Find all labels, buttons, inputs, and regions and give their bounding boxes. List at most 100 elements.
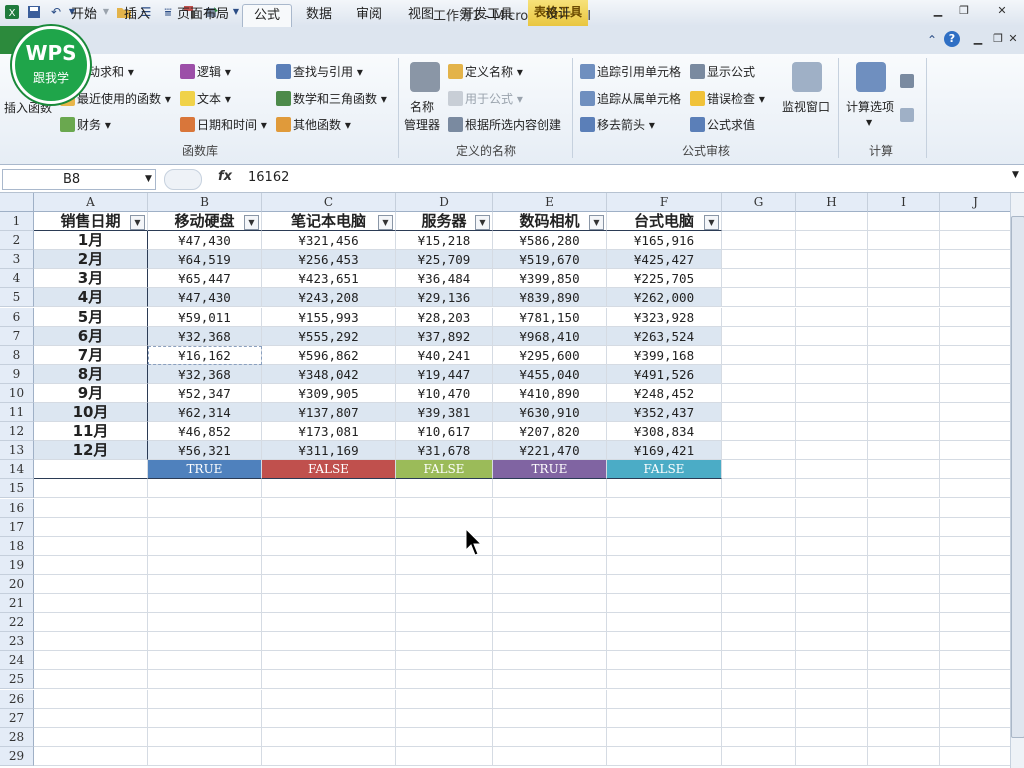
insert-function-fx-icon[interactable]: fx: [218, 169, 238, 184]
calculator-icon[interactable]: [856, 62, 886, 92]
empty-cell[interactable]: [796, 613, 868, 633]
empty-cell[interactable]: [940, 536, 1012, 556]
sales-value-cell[interactable]: ¥555,292: [262, 326, 396, 346]
restore-icon[interactable]: ❐: [952, 2, 976, 20]
empty-cell[interactable]: [34, 555, 148, 575]
empty-cell[interactable]: [607, 670, 722, 690]
empty-cell[interactable]: [34, 746, 148, 766]
logical-button[interactable]: 逻辑 ▾: [180, 61, 231, 83]
row-header[interactable]: 1: [0, 212, 34, 232]
sales-value-cell[interactable]: ¥348,042: [262, 364, 396, 384]
empty-cell[interactable]: [34, 727, 148, 747]
table-header-cell[interactable]: 服务器 ▼: [396, 212, 493, 232]
empty-cell[interactable]: [34, 536, 148, 556]
sales-value-cell[interactable]: ¥410,890: [493, 383, 607, 403]
empty-cell[interactable]: [262, 479, 396, 499]
empty-cell[interactable]: [796, 727, 868, 747]
sales-value-cell[interactable]: ¥519,670: [493, 250, 607, 270]
empty-cell[interactable]: [940, 212, 1012, 232]
empty-cell[interactable]: [607, 594, 722, 614]
column-header-j[interactable]: J: [940, 193, 1012, 212]
empty-cell[interactable]: [607, 689, 722, 709]
empty-cell[interactable]: [493, 651, 607, 671]
empty-cell[interactable]: [940, 422, 1012, 442]
filter-dropdown-icon[interactable]: ▼: [244, 215, 259, 230]
sales-value-cell[interactable]: ¥399,850: [493, 269, 607, 289]
empty-cell[interactable]: [940, 383, 1012, 403]
empty-cell[interactable]: [868, 746, 940, 766]
empty-cell[interactable]: [796, 594, 868, 614]
empty-cell[interactable]: [868, 326, 940, 346]
empty-cell[interactable]: [148, 517, 262, 537]
empty-cell[interactable]: [868, 383, 940, 403]
sales-value-cell[interactable]: ¥256,453: [262, 250, 396, 270]
empty-cell[interactable]: [940, 307, 1012, 327]
empty-cell[interactable]: [493, 727, 607, 747]
empty-cell[interactable]: [796, 403, 868, 423]
sales-value-cell[interactable]: ¥39,381: [396, 403, 493, 423]
empty-cell[interactable]: [722, 326, 796, 346]
empty-cell[interactable]: [868, 727, 940, 747]
sales-value-cell[interactable]: ¥455,040: [493, 364, 607, 384]
empty-cell[interactable]: [607, 555, 722, 575]
sales-value-cell[interactable]: ¥16,162: [148, 345, 262, 365]
close-icon[interactable]: ✕: [986, 2, 1018, 20]
sales-value-cell[interactable]: ¥40,241: [396, 345, 493, 365]
sales-value-cell[interactable]: ¥56,321: [148, 441, 262, 461]
empty-cell[interactable]: [34, 708, 148, 728]
row-header[interactable]: 6: [0, 307, 34, 327]
empty-cell[interactable]: [34, 574, 148, 594]
sales-value-cell[interactable]: ¥352,437: [607, 403, 722, 423]
column-header-b[interactable]: B: [148, 193, 262, 212]
empty-cell[interactable]: [722, 746, 796, 766]
show-formulas-button[interactable]: 显示公式: [690, 61, 755, 83]
empty-cell[interactable]: [148, 727, 262, 747]
tab-home[interactable]: 开始: [64, 4, 104, 26]
trace-dependents-button[interactable]: 追踪从属单元格: [580, 88, 681, 110]
tab-developer[interactable]: 开发工具: [454, 4, 520, 26]
empty-cell[interactable]: [868, 536, 940, 556]
sales-value-cell[interactable]: ¥263,524: [607, 326, 722, 346]
use-in-formula-button[interactable]: 用于公式 ▾: [448, 88, 523, 110]
tab-formulas[interactable]: 公式: [242, 4, 292, 27]
empty-cell[interactable]: [868, 594, 940, 614]
empty-cell[interactable]: [34, 689, 148, 709]
empty-cell[interactable]: [940, 689, 1012, 709]
sales-value-cell[interactable]: ¥65,447: [148, 269, 262, 289]
help-icon[interactable]: ?: [944, 31, 960, 47]
column-header-c[interactable]: C: [262, 193, 396, 212]
calculate-now-icon[interactable]: [900, 74, 914, 88]
sales-value-cell[interactable]: ¥52,347: [148, 383, 262, 403]
sales-value-cell[interactable]: ¥425,427: [607, 250, 722, 270]
row-header[interactable]: 13: [0, 441, 34, 461]
sales-value-cell[interactable]: ¥19,447: [396, 364, 493, 384]
row-header[interactable]: 21: [0, 594, 34, 614]
empty-cell[interactable]: [796, 517, 868, 537]
sales-value-cell[interactable]: ¥37,892: [396, 326, 493, 346]
empty-cell[interactable]: [148, 746, 262, 766]
sales-value-cell[interactable]: ¥207,820: [493, 422, 607, 442]
empty-cell[interactable]: [868, 670, 940, 690]
table-header-cell[interactable]: 台式电脑 ▼: [607, 212, 722, 232]
empty-cell[interactable]: [940, 613, 1012, 633]
row-header[interactable]: 12: [0, 422, 34, 442]
empty-cell[interactable]: [396, 498, 493, 518]
math-trig-button[interactable]: 数学和三角函数 ▾: [276, 88, 387, 110]
sales-value-cell[interactable]: ¥25,709: [396, 250, 493, 270]
empty-cell[interactable]: [34, 670, 148, 690]
empty-cell[interactable]: [796, 651, 868, 671]
empty-cell[interactable]: [148, 498, 262, 518]
table-header-cell[interactable]: 笔记本电脑 ▼: [262, 212, 396, 232]
empty-cell[interactable]: [796, 708, 868, 728]
undo-icon[interactable]: ↶: [48, 4, 64, 20]
empty-cell[interactable]: [722, 307, 796, 327]
empty-cell[interactable]: [148, 555, 262, 575]
empty-cell[interactable]: [722, 460, 796, 480]
filter-dropdown-icon[interactable]: ▼: [589, 215, 604, 230]
empty-cell[interactable]: [796, 555, 868, 575]
row-header[interactable]: 5: [0, 288, 34, 308]
empty-cell[interactable]: [722, 269, 796, 289]
empty-cell[interactable]: [34, 460, 148, 480]
error-checking-button[interactable]: 错误检查 ▾: [690, 88, 765, 110]
empty-cell[interactable]: [607, 613, 722, 633]
